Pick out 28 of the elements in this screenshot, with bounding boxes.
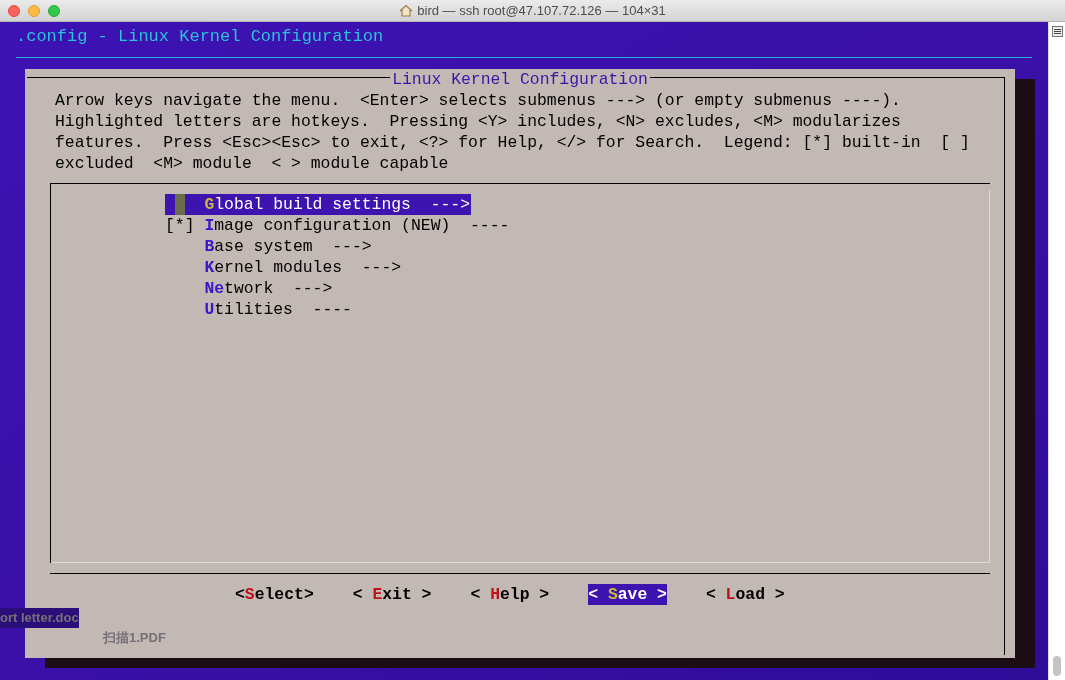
dialog-button[interactable]: <Select> bbox=[235, 584, 314, 605]
header-title: .config - Linux Kernel Configuration bbox=[16, 27, 384, 46]
help-text-line: excluded <M> module < > module capable bbox=[55, 153, 450, 174]
menu-item[interactable]: Utilities ---- bbox=[165, 299, 352, 320]
close-button[interactable] bbox=[8, 4, 20, 17]
help-text-line: Arrow keys navigate the menu. <Enter> selects submenus ---> (or empty submenus ----). bbox=[55, 90, 902, 111]
scroll-thumb[interactable] bbox=[1053, 656, 1061, 676]
minimize-button[interactable] bbox=[28, 4, 40, 17]
dialog-button[interactable]: < Exit > bbox=[352, 584, 432, 605]
zoom-button[interactable] bbox=[48, 4, 60, 17]
help-text-line: Highlighted letters are hotkeys. Pressing <Y> includes, <N> excludes, <M> modularizes bbox=[55, 111, 902, 132]
dialog-button[interactable]: < Help > bbox=[470, 584, 550, 605]
dialog-button[interactable]: < Save > bbox=[588, 584, 667, 605]
help-text-line: features. Press <Esc><Esc> to exit, <?> for Help, </> for Search. Legend: [*] built-in [ ] bbox=[55, 132, 971, 153]
menu-icon bbox=[1051, 26, 1063, 37]
menu-item[interactable]: Network ---> bbox=[165, 278, 333, 299]
menu-item[interactable]: Global build settings ---> bbox=[165, 194, 471, 215]
dialog-button[interactable]: < Load > bbox=[705, 584, 785, 605]
window-title: bird — ssh root@47.107.72.126 — 104×31 bbox=[417, 1, 666, 20]
menu-item[interactable]: [*] Image configuration (NEW) ---- bbox=[165, 215, 510, 236]
menu-item[interactable]: Base system ---> bbox=[165, 236, 372, 257]
cursor-block-icon bbox=[175, 194, 185, 215]
menu-item[interactable]: Kernel modules ---> bbox=[165, 257, 402, 278]
house-icon bbox=[399, 4, 414, 17]
checkbox-marker: [*] bbox=[165, 216, 195, 235]
desktop-file-label: ort letter.doc bbox=[0, 608, 79, 628]
desktop-file-label: 扫描1.PDF bbox=[103, 629, 166, 647]
dialog-title: Linux Kernel Configuration bbox=[390, 69, 650, 90]
